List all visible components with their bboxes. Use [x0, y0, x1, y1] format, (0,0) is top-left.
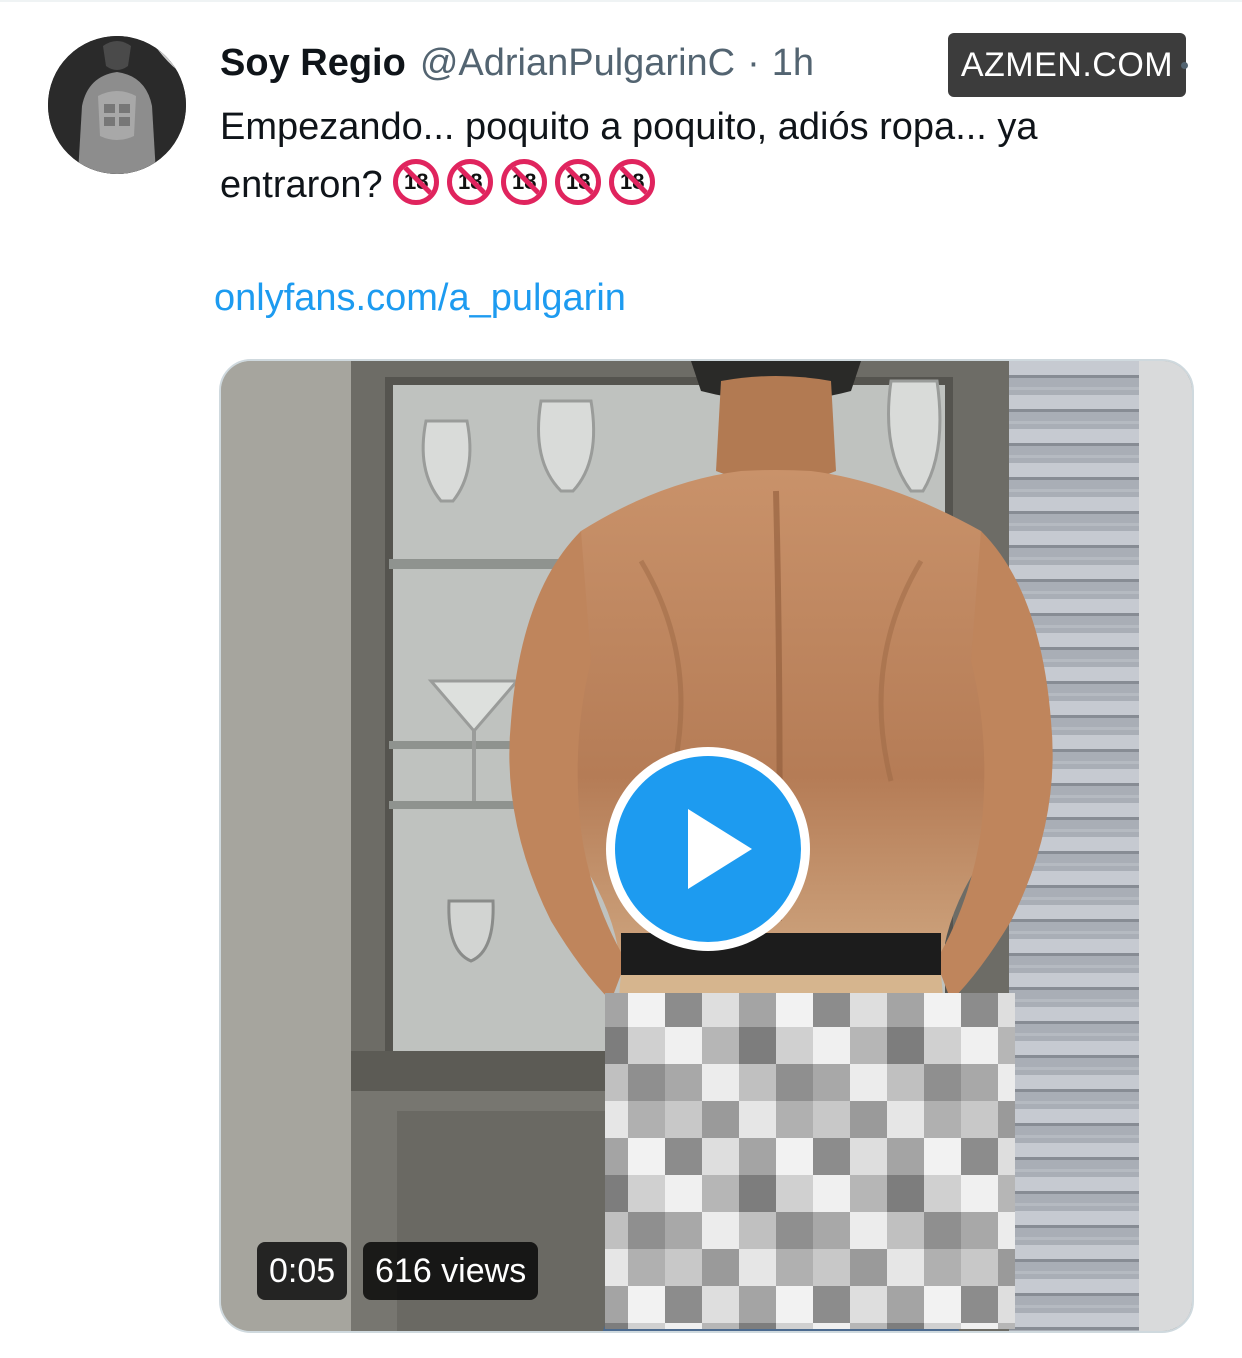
avatar[interactable] [48, 36, 186, 174]
no-under-18-icon: 18 [393, 159, 440, 205]
tweet-text: Empezando... poquito a poquito, adiós ro… [220, 98, 1180, 214]
play-icon [688, 809, 752, 889]
no-under-18-icon: 18 [609, 159, 656, 205]
separator-dot: · [747, 42, 760, 84]
video-duration: 0:05 [257, 1242, 348, 1300]
video-player[interactable]: 0:05 616 views [219, 359, 1194, 1333]
no-under-18-icon: 18 [555, 159, 602, 205]
timestamp[interactable]: 1h [772, 38, 814, 88]
more-options-icon[interactable] [1181, 62, 1188, 69]
no-under-18-icon: 18 [447, 159, 494, 205]
watermark-badge: AZMEN.COM [948, 33, 1186, 97]
tweet[interactable]: Soy Regio @AdrianPulgarinC · 1h AZMEN.CO… [0, 0, 1242, 1358]
play-button[interactable] [606, 747, 810, 951]
no-under-18-icon: 18 [501, 159, 548, 205]
tweet-header: Soy Regio @AdrianPulgarinC · 1h [220, 38, 814, 88]
user-handle[interactable]: @AdrianPulgarinC [420, 38, 735, 88]
view-count: 616 views [363, 1242, 539, 1300]
display-name[interactable]: Soy Regio [220, 38, 406, 88]
external-link[interactable]: onlyfans.com/a_pulgarin [214, 276, 626, 320]
